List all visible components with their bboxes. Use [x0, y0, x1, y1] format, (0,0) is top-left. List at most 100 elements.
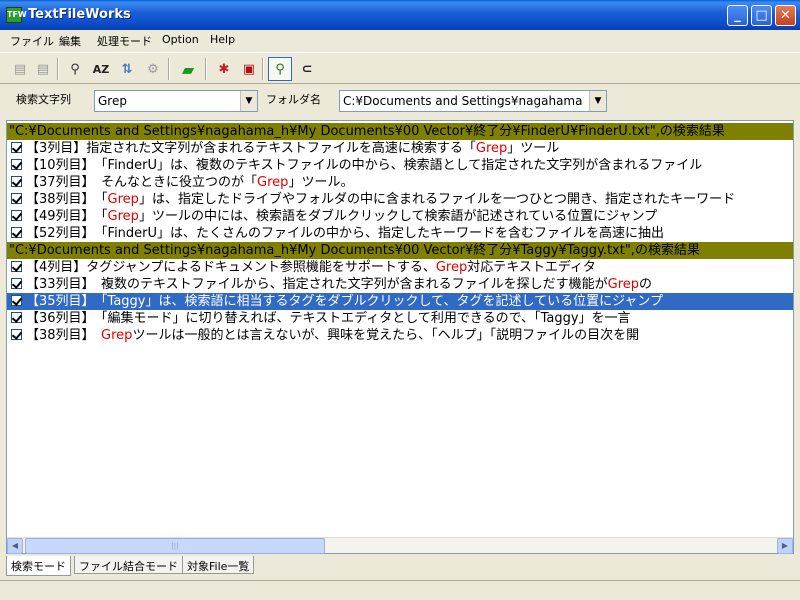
result-row[interactable]: 【38列目】 Grepツールは一般的とは言えないが、興味を覚えたら、「ヘルプ」「…	[7, 327, 793, 344]
result-hit: Grep	[107, 192, 139, 207]
tab-search-mode[interactable]: 検索モード	[6, 556, 71, 576]
result-checkbox[interactable]	[11, 159, 22, 170]
result-row[interactable]: 【4列目】タグジャンプによるドキュメント参照機能をサポートする、Grep対応テキ…	[7, 259, 793, 276]
result-checkbox[interactable]	[11, 176, 22, 187]
result-row[interactable]: 【10列目】 「FinderU」は、複数のテキストファイルの中から、検索語として…	[7, 157, 793, 174]
file-header-row[interactable]: "C:¥Documents and Settings¥nagahama_h¥My…	[7, 242, 793, 259]
result-row[interactable]: 【38列目】 「Grep」は、指定したドライブやフォルダの中に含まれるファイルを…	[7, 191, 793, 208]
color-mark-icon[interactable]: ✱	[212, 57, 236, 81]
result-text-pre: 【38列目】 「	[26, 192, 108, 207]
result-text-pre: 【37列目】 そんなときに役立つのが「	[26, 175, 258, 190]
sort-az-label: AZ	[92, 62, 110, 76]
result-row-selected[interactable]: 【35列目】 「Taggy」は、検索語に相当するタグをダブルクリックして、タグを…	[7, 293, 793, 310]
chevron-down-icon[interactable]: ▼	[240, 91, 257, 111]
chevron-down-icon[interactable]: ▼	[589, 91, 606, 111]
result-checkbox[interactable]	[11, 295, 22, 306]
result-text-pre: 【10列目】 「FinderU」は、複数のテキストファイルの中から、検索語として…	[26, 158, 703, 173]
tab-file-merge-mode[interactable]: ファイル結合モード	[74, 556, 183, 574]
tab-search-mode-label: 検索モード	[11, 560, 66, 573]
result-row[interactable]: 【49列目】 「Grep」ツールの中には、検索語をダブルクリックして検索語が記述…	[7, 208, 793, 225]
menu-edit[interactable]: 編集	[59, 33, 81, 49]
result-row[interactable]: 【37列目】 そんなときに役立つのが「Grep」ツール。	[7, 174, 793, 191]
result-checkbox[interactable]	[11, 329, 22, 340]
sort-az-icon[interactable]: AZ	[89, 57, 113, 81]
result-checkbox[interactable]	[11, 227, 22, 238]
tab-target-file-list-label: 対象File一覧	[187, 560, 250, 573]
maximize-button[interactable]: □	[751, 5, 772, 26]
result-text-post: 」は、指定したドライブやフォルダの中に含まれるファイルを一つひとつ開き、指定され…	[138, 192, 736, 207]
file-header-text: "C:¥Documents and Settings¥nagahama_h¥My…	[9, 243, 700, 258]
scroll-right-icon[interactable]: ▶	[777, 538, 793, 554]
folder-combo[interactable]: C:¥Documents and Settings¥nagahama ▼	[339, 90, 607, 112]
result-text-pre: 【33列目】 複数のテキストファイルから、指定された文字列が含まれるファイルを探…	[26, 277, 608, 292]
menu-option[interactable]: Option	[162, 33, 199, 46]
result-text-post: 」ツールの中には、検索語をダブルクリックして検索語が記述されている位置にジャンプ	[138, 209, 658, 224]
result-checkbox[interactable]	[11, 142, 22, 153]
result-hit: Grep	[607, 277, 640, 292]
menu-bar: ファイル 編集 処理モード Option Help	[0, 30, 800, 50]
result-checkbox[interactable]	[11, 261, 22, 272]
status-bar	[0, 580, 800, 600]
tab-file-merge-mode-label: ファイル結合モード	[79, 560, 178, 573]
result-row[interactable]: 【36列目】 「編集モード」に切り替えれば、テキストエディタとして利用できるので…	[7, 310, 793, 327]
result-row[interactable]: 【33列目】 複数のテキストファイルから、指定された文字列が含まれるファイルを探…	[7, 276, 793, 293]
result-hit: Grep	[107, 209, 139, 224]
window-title: TextFileWorks	[28, 7, 131, 22]
result-text-post: の	[639, 277, 653, 292]
minimize-button[interactable]: _	[727, 5, 748, 26]
result-text-pre: 【36列目】 「編集モード」に切り替えれば、テキストエディタとして利用できるので…	[26, 311, 631, 326]
file-header-text: "C:¥Documents and Settings¥nagahama_h¥My…	[9, 124, 725, 139]
result-hit: Grep	[435, 260, 468, 275]
result-text-pre: 【3列目】指定された文字列が含まれるテキストファイルを高速に検索する「	[26, 141, 476, 156]
result-text-pre: 【49列目】 「	[26, 209, 108, 224]
toolbar-separator	[168, 58, 170, 80]
search-value: Grep	[98, 94, 127, 108]
open-folder-icon[interactable]: ▰	[176, 57, 200, 81]
scrollbar-thumb[interactable]: |||	[25, 538, 325, 554]
close-button[interactable]: ✕	[775, 5, 796, 26]
result-row[interactable]: 【3列目】指定された文字列が含まれるテキストファイルを高速に検索する「Grep」…	[7, 140, 793, 157]
search-combo[interactable]: Grep ▼	[94, 90, 258, 112]
save-icon[interactable]: ▤	[31, 57, 55, 81]
horizontal-scrollbar[interactable]: ◀ ||| ▶	[7, 537, 793, 554]
toolbar: ▤ ▤ ⚲ AZ ⇅ ⚙ ▰ ✱ ▣ ⚲ ⊂	[0, 52, 800, 84]
result-hit: Grep	[475, 141, 508, 156]
red-mark-icon[interactable]: ▣	[237, 57, 261, 81]
folder-label: フォルダ名	[266, 93, 321, 106]
search-person-icon[interactable]: ⚲	[63, 57, 87, 81]
result-text-post: 」ツール	[507, 141, 560, 156]
result-hit: Grep	[257, 175, 289, 190]
replace-icon[interactable]: ⇅	[115, 57, 139, 81]
menu-mode[interactable]: 処理モード	[97, 33, 152, 49]
result-text-post: 対応テキストエディタ	[467, 260, 596, 275]
result-checkbox[interactable]	[11, 278, 22, 289]
grep-search-icon[interactable]: ⚲	[268, 57, 292, 81]
toolbar-separator	[57, 58, 59, 80]
folder-value: C:¥Documents and Settings¥nagahama	[343, 94, 583, 108]
title-bar[interactable]: TFW TextFileWorks _ □ ✕	[0, 0, 800, 30]
toolbar-separator	[262, 58, 264, 80]
result-checkbox[interactable]	[11, 210, 22, 221]
result-hit: Grep	[101, 328, 133, 343]
menu-help[interactable]: Help	[210, 33, 235, 46]
toolbar-separator	[205, 58, 207, 80]
settings-icon[interactable]: ⚙	[141, 57, 165, 81]
new-file-icon[interactable]: ▤	[8, 57, 32, 81]
paperclip-icon[interactable]: ⊂	[295, 57, 319, 81]
result-text-pre: 【52列目】 「FinderU」は、たくさんのファイルの中から、指定したキーワー…	[26, 226, 665, 241]
file-header-row[interactable]: "C:¥Documents and Settings¥nagahama_h¥My…	[7, 123, 793, 140]
menu-file[interactable]: ファイル	[10, 33, 54, 49]
results-list[interactable]: "C:¥Documents and Settings¥nagahama_h¥My…	[6, 120, 794, 554]
result-row[interactable]: 【52列目】 「FinderU」は、たくさんのファイルの中から、指定したキーワー…	[7, 225, 793, 242]
result-text-post: 」ツール。	[288, 175, 354, 190]
result-text-pre: 【38列目】	[26, 328, 102, 343]
app-icon[interactable]: TFW	[6, 7, 27, 23]
result-text-pre: 【35列目】 「Taggy」は、検索語に相当するタグをダブルクリックして、タグを…	[26, 294, 664, 309]
tab-target-file-list[interactable]: 対象File一覧	[182, 556, 255, 574]
result-checkbox[interactable]	[11, 312, 22, 323]
result-text-post: ツールは一般的とは言えないが、興味を覚えたら、「ヘルプ」「説明ファイルの目次を開	[132, 328, 640, 343]
result-text-pre: 【4列目】タグジャンプによるドキュメント参照機能をサポートする、	[26, 260, 436, 275]
scroll-left-icon[interactable]: ◀	[7, 538, 23, 554]
search-label: 検索文字列	[16, 93, 71, 106]
result-checkbox[interactable]	[11, 193, 22, 204]
